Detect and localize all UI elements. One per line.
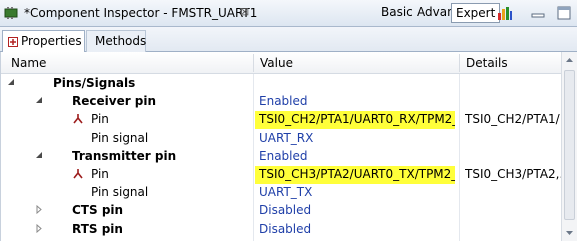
table-row[interactable]: Receiver pin Enabled [1, 92, 561, 110]
row-value[interactable]: Enabled [259, 149, 455, 163]
maximize-icon[interactable] [556, 5, 572, 21]
scroll-thumb[interactable] [564, 70, 575, 220]
mode-expert-button[interactable]: Expert [451, 3, 501, 23]
column-divider[interactable] [459, 54, 460, 72]
table-row[interactable]: RTS pin Disabled [1, 220, 561, 238]
row-name: Pin [91, 112, 109, 127]
row-value[interactable]: Disabled [259, 203, 455, 217]
editor-title[interactable]: *Component Inspector - FMSTR_UART1 [24, 6, 257, 20]
table-row[interactable]: Transmitter pin Enabled [1, 147, 561, 165]
component-icon [4, 7, 18, 19]
pin-icon [73, 114, 83, 124]
row-value[interactable]: UART_TX [259, 185, 455, 199]
tab-properties[interactable]: Properties [2, 30, 85, 53]
row-name: Pin signal [91, 130, 149, 145]
bar-chart-icon[interactable] [497, 5, 513, 21]
scroll-down-icon[interactable] [562, 225, 577, 241]
table-row[interactable]: Pins/Signals [1, 74, 561, 92]
row-value[interactable]: Disabled [259, 222, 455, 236]
collapsed-triangle-icon[interactable] [35, 205, 44, 215]
row-value[interactable]: UART_RX [259, 131, 455, 145]
column-header-value[interactable]: Value [260, 56, 293, 70]
pin-icon [73, 169, 83, 179]
table-row[interactable]: Pin TSI0_CH3/PTA2/UART0_TX/TPM2_... TSI0_C… [1, 165, 561, 184]
row-name: Pin signal [91, 185, 149, 200]
expanded-triangle-icon[interactable] [35, 96, 44, 105]
row-name: CTS pin [72, 203, 124, 218]
table-row[interactable]: Pin signal UART_RX [1, 129, 561, 147]
row-name: Transmitter pin [72, 148, 177, 163]
collapsed-triangle-icon[interactable] [35, 223, 44, 233]
tab-methods[interactable]: Methods [86, 30, 146, 53]
column-divider[interactable] [253, 54, 254, 72]
scroll-up-icon[interactable] [562, 52, 577, 68]
column-header-name[interactable]: Name [11, 56, 46, 70]
row-name: Pin [91, 167, 109, 181]
row-details: TSI0_CH2/PTA1/... [465, 112, 561, 127]
minimize-icon[interactable] [530, 5, 546, 21]
properties-table: Name Value Details Pins/Signals Receiver … [0, 52, 577, 241]
table-row[interactable]: Pin signal UART_TX [1, 183, 561, 201]
row-name: Pins/Signals [53, 76, 136, 90]
expanded-triangle-icon[interactable] [35, 151, 44, 160]
row-value[interactable]: TSI0_CH3/PTA2/UART0_TX/TPM2_... [259, 167, 455, 181]
table-row[interactable]: CTS pin Disabled [1, 201, 561, 219]
tab-methods-label: Methods [95, 34, 147, 48]
table-row[interactable]: Pin TSI0_CH2/PTA1/UART0_RX/TPM2_... TSI0_C… [1, 110, 561, 130]
table-header: Name Value Details [1, 52, 577, 74]
vertical-scrollbar[interactable] [561, 52, 577, 241]
column-header-details[interactable]: Details [466, 56, 508, 70]
row-name: Receiver pin [72, 94, 157, 109]
mode-basic-button[interactable]: Basic [381, 5, 413, 19]
tab-properties-label: Properties [21, 34, 82, 48]
properties-icon [8, 37, 18, 47]
tab-bar: Properties Methods [0, 27, 577, 53]
close-icon[interactable]: ⊠ [240, 5, 252, 18]
row-value[interactable]: Enabled [259, 94, 455, 108]
expanded-triangle-icon[interactable] [7, 78, 16, 87]
row-name: RTS pin [72, 221, 123, 236]
row-details: TSI0_CH3/PTA2,... [465, 167, 561, 181]
title-bar: *Component Inspector - FMSTR_UART1 ⊠ Bas… [0, 0, 577, 27]
row-value[interactable]: TSI0_CH2/PTA1/UART0_RX/TPM2_... [259, 112, 455, 126]
